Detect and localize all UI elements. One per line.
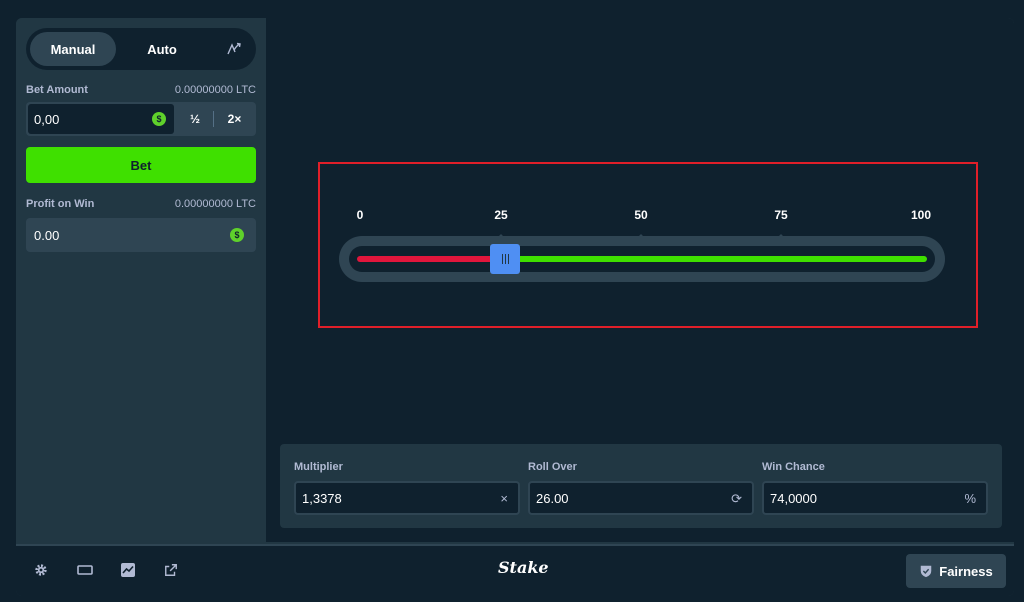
bet-sidebar: Manual Auto Bet Amount 0.00000000 LTC 0,… — [16, 18, 266, 542]
slider-track[interactable] — [349, 244, 935, 274]
profit-balance: 0.00000000 LTC — [174, 198, 256, 210]
tick-label-25: 25 — [494, 208, 508, 222]
game-footer: Stake Fairness — [16, 544, 1014, 596]
coin-icon: $ — [230, 228, 244, 242]
tick-label-75: 75 — [774, 208, 788, 222]
multiplier-value: 1,3378 — [302, 490, 342, 506]
shield-check-icon — [921, 565, 932, 578]
coin-icon: $ — [152, 112, 166, 126]
double-bet-button[interactable]: 2× — [215, 104, 254, 134]
win-range — [505, 256, 927, 262]
manual-tab[interactable]: Manual — [30, 32, 116, 66]
popout-icon[interactable] — [161, 560, 181, 580]
swap-icon[interactable]: ⟳ — [731, 491, 742, 507]
tick-label-50: 50 — [634, 208, 648, 222]
stake-logo: Stake — [498, 558, 549, 577]
stats-chart-icon[interactable] — [118, 560, 138, 580]
roll-over-label: Roll Over — [528, 461, 577, 473]
grip-icon — [501, 254, 509, 264]
percent-icon: % — [964, 491, 976, 506]
bet-amount-value: 0,00 — [34, 111, 60, 127]
multiply-icon: × — [500, 491, 508, 506]
multiplier-label: Multiplier — [294, 461, 343, 473]
profit-value: 0.00 — [34, 227, 60, 243]
half-bet-button[interactable]: ½ — [176, 104, 214, 134]
mode-toggle: Manual Auto — [26, 28, 256, 70]
auto-tab[interactable]: Auto — [124, 32, 200, 66]
multiplier-input[interactable]: 1,3378 × — [294, 481, 520, 515]
gear-icon[interactable] — [31, 560, 51, 580]
roll-over-value: 26.00 — [536, 490, 569, 506]
game-frame: Manual Auto Bet Amount 0.00000000 LTC 0,… — [16, 18, 1014, 596]
bet-amount-input[interactable]: 0,00 $ — [28, 104, 174, 134]
bet-amount-group: 0,00 $ ½ 2× — [26, 102, 256, 136]
lose-range — [357, 256, 506, 262]
bet-amount-balance: 0.00000000 LTC — [174, 84, 256, 96]
win-chance-value: 74,0000 — [770, 490, 817, 506]
win-chance-input[interactable]: 74,0000 % — [762, 481, 988, 515]
theatre-mode-icon[interactable] — [75, 560, 95, 580]
dice-game-area: 0 25 50 75 100 Multiplier 1,3378 × Roll … — [266, 18, 1014, 542]
auto-bet-icon[interactable] — [222, 37, 246, 61]
profit-label: Profit on Win — [26, 198, 95, 210]
roll-slider — [339, 236, 945, 282]
stats-panel: Multiplier 1,3378 × Roll Over 26.00 ⟳ Wi… — [280, 444, 1002, 528]
slider-handle[interactable] — [490, 244, 521, 274]
profit-field: 0.00 $ — [26, 218, 256, 252]
bet-amount-label: Bet Amount — [26, 84, 88, 96]
tick-label-100: 100 — [910, 208, 932, 222]
fairness-button[interactable]: Fairness — [906, 554, 1006, 588]
bet-button[interactable]: Bet — [26, 147, 256, 183]
fairness-label: Fairness — [939, 563, 993, 579]
roll-over-input[interactable]: 26.00 ⟳ — [528, 481, 754, 515]
bet-divider — [213, 111, 214, 127]
tick-label-0: 0 — [356, 208, 364, 222]
win-chance-label: Win Chance — [762, 461, 825, 473]
